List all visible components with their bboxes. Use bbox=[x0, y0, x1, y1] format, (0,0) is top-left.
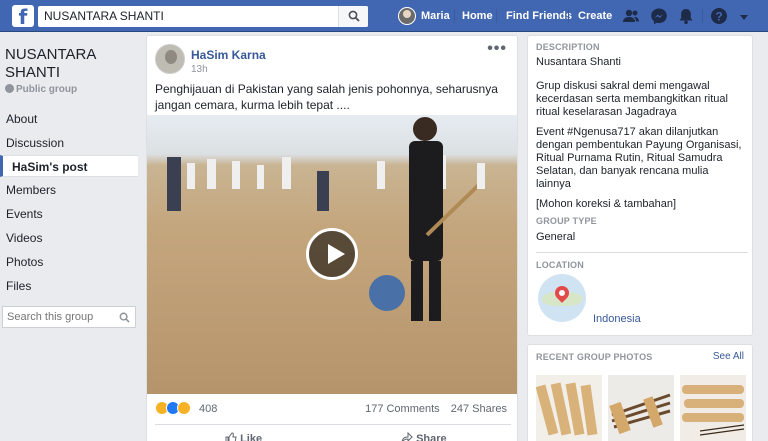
group-photo-thumbnail[interactable] bbox=[536, 375, 602, 441]
post-actions-bar: Like Share bbox=[155, 424, 511, 441]
sidebar-item-members[interactable]: Members bbox=[0, 179, 138, 201]
section-divider bbox=[536, 252, 748, 253]
comments-count[interactable]: 177 Comments bbox=[365, 403, 440, 415]
group-search-input[interactable] bbox=[3, 307, 111, 327]
share-label: Share bbox=[416, 433, 447, 441]
recent-photos-label: RECENT GROUP PHOTOS bbox=[536, 352, 653, 362]
search-button[interactable] bbox=[338, 6, 368, 27]
sidebar-item-events[interactable]: Events bbox=[0, 203, 138, 225]
like-icon bbox=[225, 432, 237, 441]
notifications-icon[interactable] bbox=[677, 7, 695, 25]
group-privacy-label: Public group bbox=[16, 84, 78, 95]
video-foreground-shovel bbox=[369, 275, 405, 311]
author-avatar[interactable] bbox=[155, 44, 185, 74]
share-icon bbox=[401, 431, 413, 441]
play-button[interactable] bbox=[306, 228, 358, 280]
search-icon bbox=[348, 10, 360, 22]
like-label: Like bbox=[240, 433, 263, 441]
create-link[interactable]: Create bbox=[578, 0, 612, 32]
sidebar-item-photos[interactable]: Photos bbox=[0, 251, 138, 273]
wow-reaction-icon bbox=[177, 401, 191, 415]
recent-photos-card: RECENT GROUP PHOTOS See All bbox=[527, 344, 753, 441]
messenger-icon[interactable] bbox=[650, 7, 668, 25]
friends-icon[interactable] bbox=[622, 7, 640, 25]
svg-text:?: ? bbox=[715, 10, 722, 24]
post-text: Penghijauan di Pakistan yang salah jenis… bbox=[155, 82, 498, 112]
sidebar-item-files[interactable]: Files bbox=[0, 275, 138, 297]
user-avatar[interactable] bbox=[398, 7, 416, 25]
nav-divider bbox=[568, 9, 569, 23]
group-about-card: DESCRIPTION Nusantara Shanti Grup diskus… bbox=[527, 35, 753, 336]
shares-count[interactable]: 247 Shares bbox=[451, 403, 507, 415]
location-label: LOCATION bbox=[536, 260, 584, 270]
nav-divider bbox=[496, 9, 497, 23]
description-event: Event #Ngenusa717 akan dilanjutkan denga… bbox=[536, 126, 742, 190]
sidebar-item-videos[interactable]: Videos bbox=[0, 227, 138, 249]
share-button[interactable]: Share bbox=[401, 431, 447, 441]
group-photo-thumbnail[interactable] bbox=[680, 375, 746, 441]
nav-divider bbox=[454, 9, 455, 23]
reaction-count[interactable]: 408 bbox=[199, 403, 217, 415]
group-type-value: General bbox=[536, 231, 576, 243]
more-options-icon[interactable]: ••• bbox=[487, 40, 507, 58]
global-search-input[interactable]: NUSANTARA SHANTI bbox=[38, 6, 368, 27]
group-type-label: GROUP TYPE bbox=[536, 216, 597, 226]
group-photo-thumbnail[interactable] bbox=[608, 375, 674, 441]
facebook-logo-icon[interactable]: f bbox=[12, 5, 34, 27]
sidebar-item-hasims-post[interactable]: HaSim's post bbox=[0, 155, 138, 177]
map-pin-icon bbox=[552, 283, 572, 303]
post-video[interactable] bbox=[147, 115, 517, 394]
top-navigation-bar: f NUSANTARA SHANTI Maria Home Find Frien… bbox=[0, 0, 768, 32]
group-search[interactable] bbox=[2, 306, 136, 328]
search-input-value[interactable]: NUSANTARA SHANTI bbox=[44, 9, 164, 23]
see-all-link[interactable]: See All bbox=[713, 351, 744, 362]
sidebar-item-discussion[interactable]: Discussion bbox=[0, 132, 138, 154]
description-body: Grup diskusi sakral demi mengawal kecerd… bbox=[536, 80, 728, 118]
search-icon[interactable] bbox=[119, 312, 130, 323]
location-map[interactable] bbox=[538, 274, 586, 322]
engagement-counts: 177 Comments 247 Shares bbox=[357, 403, 507, 415]
account-menu-icon[interactable] bbox=[738, 11, 750, 23]
help-icon[interactable]: ? bbox=[710, 7, 728, 25]
find-friends-link[interactable]: Find Friends bbox=[506, 0, 572, 32]
group-privacy: Public group bbox=[5, 84, 77, 95]
description-label: DESCRIPTION bbox=[536, 42, 600, 52]
post-card: HaSim Karna 13h ••• Penghijauan di Pakis… bbox=[146, 35, 518, 441]
group-name[interactable]: NUSANTARA SHANTI bbox=[5, 46, 135, 82]
post-timestamp[interactable]: 13h bbox=[191, 64, 208, 75]
nav-divider bbox=[702, 9, 703, 23]
description-title: Nusantara Shanti bbox=[536, 56, 621, 68]
home-link[interactable]: Home bbox=[462, 0, 493, 32]
sidebar-item-about[interactable]: About bbox=[0, 108, 138, 130]
globe-icon bbox=[5, 84, 14, 93]
like-button[interactable]: Like bbox=[225, 432, 262, 441]
post-author[interactable]: HaSim Karna bbox=[191, 48, 266, 62]
location-link[interactable]: Indonesia bbox=[593, 313, 641, 325]
profile-link[interactable]: Maria bbox=[421, 0, 450, 32]
description-note: [Mohon koreksi & tambahan] bbox=[536, 198, 677, 210]
